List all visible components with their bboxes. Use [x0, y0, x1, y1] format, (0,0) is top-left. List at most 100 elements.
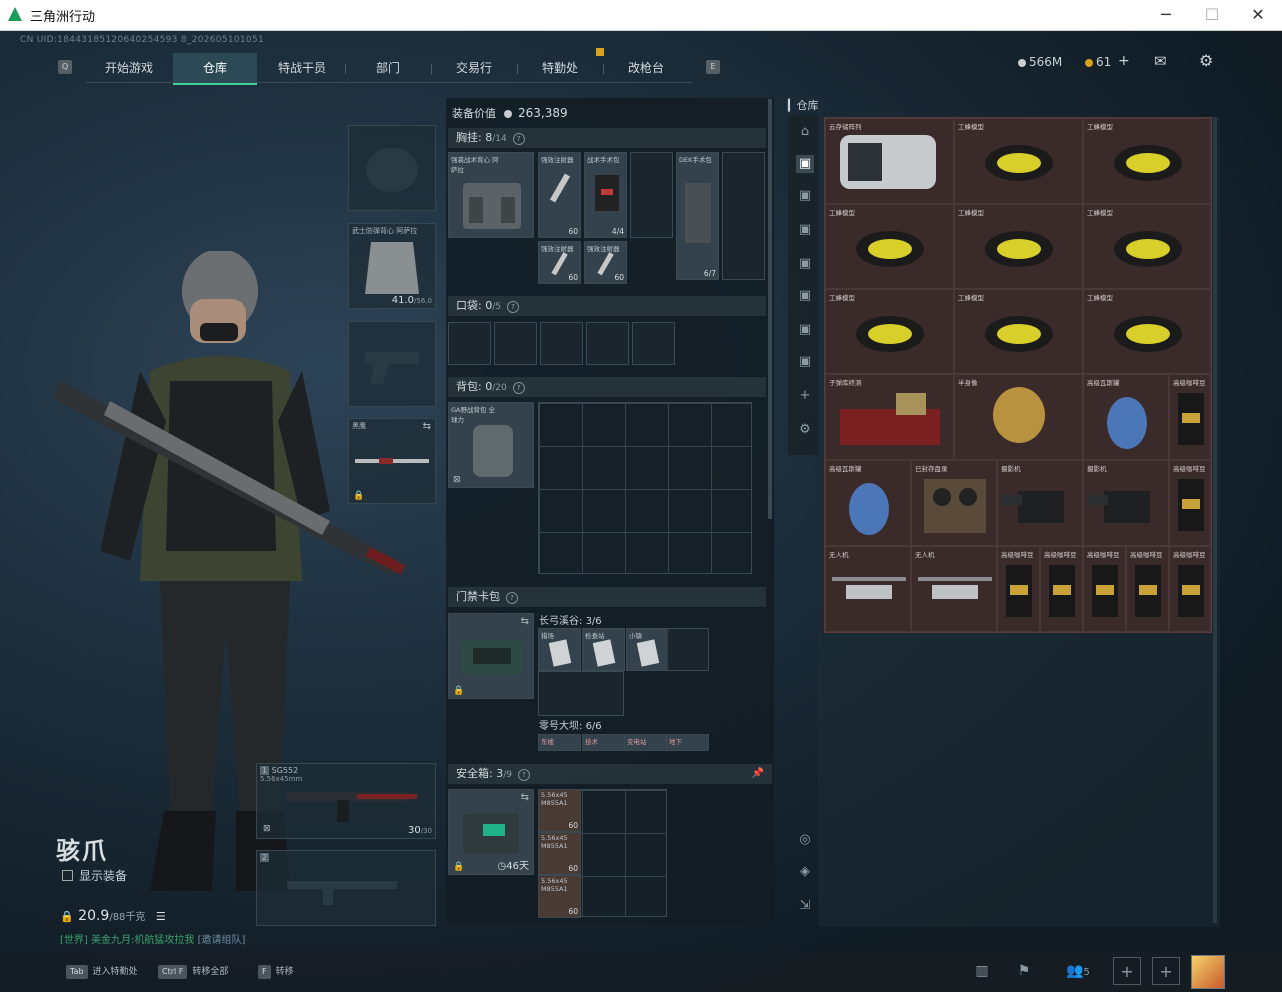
equipment-scrollbar[interactable] [768, 99, 772, 519]
helmet-slot[interactable] [348, 125, 436, 211]
pistol-slot[interactable] [348, 321, 436, 407]
stash-item[interactable]: 摄影机 [997, 460, 1083, 546]
stash-all-icon[interactable]: ⌂ [796, 123, 814, 141]
add-currency-button[interactable]: + [1118, 53, 1130, 69]
hint-transfer-all[interactable]: Ctrl F 转移全部 [158, 964, 228, 979]
stash-item[interactable]: 高级咖啡豆 [1040, 546, 1083, 632]
secondary-weapon-slot[interactable]: 2 [256, 850, 436, 926]
stash-page-3-icon[interactable]: ▣ [796, 221, 814, 239]
pocket-cell[interactable] [494, 322, 537, 365]
tab-department[interactable]: 部门 [346, 53, 430, 83]
keycard-case[interactable]: ⇆ 🔒 [448, 613, 534, 699]
stash-item[interactable]: 云存储阵列 [825, 118, 954, 204]
chest-item[interactable]: DEK手术包 6/7 [676, 152, 719, 280]
backpack-grid[interactable] [538, 402, 752, 574]
stash-item[interactable]: 无人机 [825, 546, 911, 632]
pocket-cell[interactable] [632, 322, 675, 365]
player-avatar[interactable] [1191, 955, 1225, 989]
stash-page-5-icon[interactable]: ▣ [796, 287, 814, 305]
keycard[interactable]: 猎场 [538, 628, 581, 671]
backpack-item[interactable]: GA野战背包 全球力 ⊠ [448, 402, 534, 488]
show-equipment-toggle[interactable]: 显示装备 [62, 867, 127, 884]
stash-page-4-icon[interactable]: ▣ [796, 255, 814, 273]
tab-market[interactable]: 交易行 [432, 53, 516, 83]
stash-page-7-icon[interactable]: ▣ [796, 353, 814, 371]
help-icon[interactable]: ? [506, 301, 519, 313]
stash-item[interactable]: 高级咖啡豆 [1169, 546, 1211, 632]
tab-start-game[interactable]: 开始游戏 [88, 53, 170, 83]
stash-page-6-icon[interactable]: ▣ [796, 321, 814, 339]
stash-item[interactable]: 高级咖啡豆 [1169, 374, 1211, 460]
stash-item[interactable]: 无人机 [911, 546, 997, 632]
help-icon[interactable]: ? [512, 133, 525, 145]
help-icon[interactable]: ? [512, 382, 525, 394]
stash-item[interactable]: 工蜂模型 [1083, 118, 1211, 204]
nav-prev-key[interactable]: Q [58, 60, 72, 74]
unequip-icon[interactable]: ⊠ [453, 475, 461, 485]
invite-slot-button[interactable]: + [1113, 957, 1141, 985]
keycard-empty-cell[interactable] [538, 671, 624, 716]
keycard[interactable]: 变电站 [624, 734, 667, 751]
armor-slot[interactable]: 武士防弹背心 阿萨拉 41.0/56.0 [348, 223, 436, 309]
stash-settings-icon[interactable]: ⚙ [796, 421, 814, 439]
maximize-button[interactable]: ☐ [1192, 3, 1232, 27]
keycard[interactable]: 地下 [666, 734, 709, 751]
primary-weapon-slot[interactable]: 1 SG552 5.56x45mm ⊠ 30/30 [256, 763, 436, 839]
keycard[interactable]: 技术 [582, 734, 625, 751]
checkbox[interactable] [62, 870, 73, 881]
stash-item[interactable]: 高级瓦斯罐 [825, 460, 911, 546]
nav-next-key[interactable]: E [706, 60, 720, 74]
chest-item[interactable]: 强效注射器 60 [538, 152, 581, 238]
tab-warehouse[interactable]: 仓库 [173, 53, 257, 85]
help-icon[interactable]: ? [517, 769, 530, 781]
chest-item[interactable]: 强效注射器 60 [584, 241, 627, 284]
stash-page-1-icon[interactable]: ▣ [796, 155, 814, 173]
stash-item[interactable]: 工蜂模型 [954, 204, 1083, 289]
stash-item[interactable]: 子弹库终测 [825, 374, 954, 460]
mail-icon[interactable]: ✉ [1154, 52, 1167, 70]
ammo-item[interactable]: 5.56x45 M855A1 60 [538, 832, 581, 875]
keycard[interactable]: 小镇 [626, 628, 669, 671]
close-button[interactable]: ✕ [1238, 3, 1278, 27]
keycard[interactable]: 东楼 [538, 734, 581, 751]
stash-item[interactable]: 工蜂模型 [954, 289, 1083, 374]
keycard[interactable]: 检查站 [582, 628, 625, 671]
stash-grid[interactable]: 云存储阵列 工蜂模型 工蜂模型 工蜂模型 工蜂模型 工蜂模型 工蜂模型 工蜂模型… [824, 117, 1212, 633]
stash-item[interactable]: 工蜂模型 [1083, 204, 1211, 289]
ammo-item[interactable]: 5.56x45 M855A1 60 [538, 789, 581, 832]
unequip-icon[interactable]: ⊠ [263, 824, 271, 834]
stash-item[interactable]: 工蜂模型 [825, 289, 954, 374]
stash-item[interactable]: 高级咖啡豆 [1083, 546, 1126, 632]
stash-item[interactable]: 高级瓦斯罐 [1083, 374, 1169, 460]
stash-page-2-icon[interactable]: ▣ [796, 187, 814, 205]
help-icon[interactable]: ? [506, 592, 518, 604]
stash-arrange-icon[interactable]: ⇲ [796, 897, 814, 915]
swap-icon[interactable]: ⇆ [521, 792, 529, 803]
chest-empty-cell[interactable] [630, 152, 673, 238]
stash-layers-icon[interactable]: ◈ [796, 863, 814, 881]
stash-item[interactable]: 高级咖啡豆 [1169, 460, 1211, 546]
stash-item[interactable]: 工蜂模型 [954, 118, 1083, 204]
swap-icon[interactable]: ⇆ [423, 421, 431, 432]
chest-item[interactable]: 战术手术包 4/4 [584, 152, 627, 238]
stash-item[interactable]: 摄影机 [1083, 460, 1169, 546]
pocket-cell[interactable] [448, 322, 491, 365]
chest-empty-cell[interactable] [722, 152, 765, 280]
stash-item[interactable]: 工蜂模型 [825, 204, 954, 289]
tab-operators[interactable]: 特战干员 [260, 53, 344, 83]
stash-item[interactable]: 工蜂模型 [1083, 289, 1211, 374]
stash-sort-icon[interactable]: ◎ [796, 831, 814, 849]
safe-box[interactable]: ⇆ 🔒 ◷46天 [448, 789, 534, 875]
stash-item[interactable]: 半身像 [954, 374, 1083, 460]
pocket-cell[interactable] [586, 322, 629, 365]
pocket-cell[interactable] [540, 322, 583, 365]
minimize-button[interactable]: ─ [1146, 3, 1186, 27]
list-icon[interactable]: ☰ [156, 910, 166, 923]
keycard-empty-cell[interactable] [666, 628, 709, 671]
swap-icon[interactable]: ⇆ [521, 616, 529, 627]
chest-item[interactable]: 强效注射器 60 [538, 241, 581, 284]
flag-icon[interactable]: ⚑ [1012, 959, 1036, 983]
tab-special-ops[interactable]: 特勤处 [518, 53, 602, 83]
melee-slot[interactable]: 黑鹰 ⇆ 🔒 [348, 418, 436, 504]
squad-button[interactable]: 👥5 [1060, 959, 1096, 983]
